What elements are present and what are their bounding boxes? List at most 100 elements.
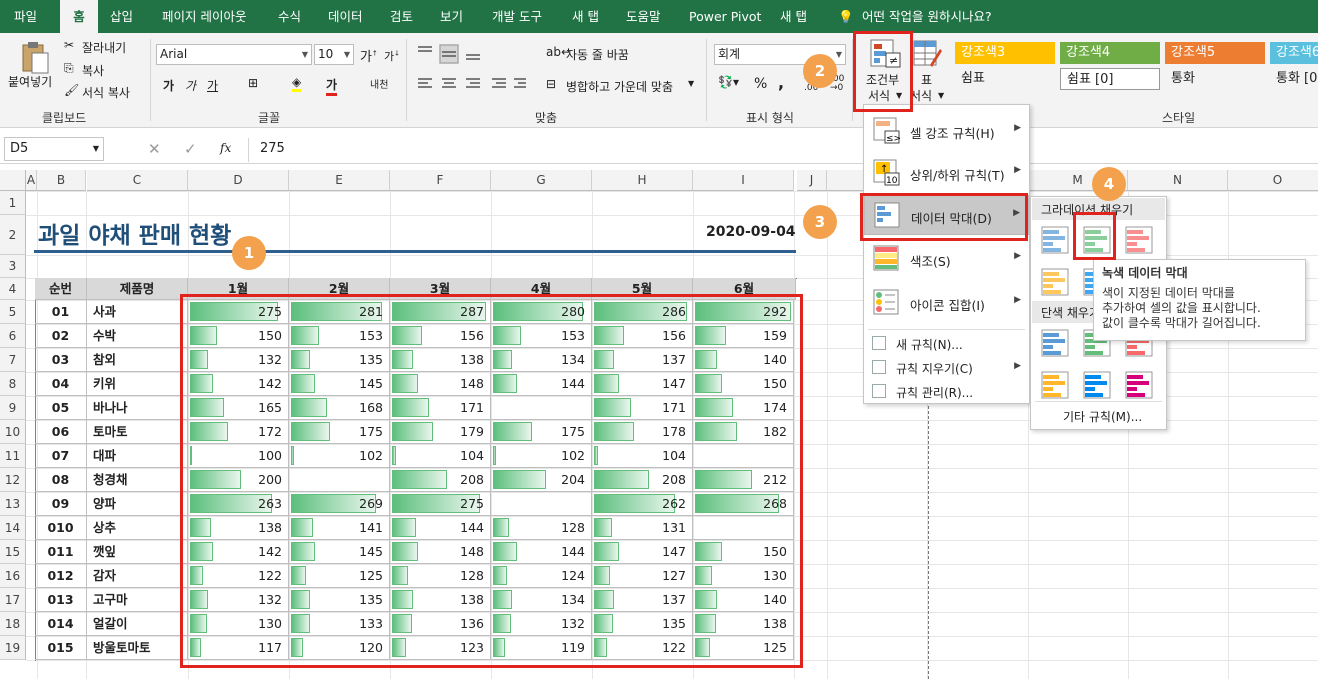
column-header-i[interactable]: I	[693, 170, 794, 191]
column-header-h[interactable]: H	[592, 170, 693, 191]
borders-icon[interactable]: ⊞	[248, 76, 258, 90]
row-header-8[interactable]: 8	[0, 372, 26, 396]
cell-style-item[interactable]: 강조색3	[955, 42, 1055, 64]
percent-button[interactable]: %	[754, 76, 767, 92]
format-as-table-label-1[interactable]: 표	[921, 71, 932, 88]
cell-value-text: 168	[359, 400, 383, 415]
fill-color-icon[interactable]: ◈	[292, 75, 302, 92]
row-header-19[interactable]: 19	[0, 636, 26, 660]
row-header-4[interactable]: 4	[0, 278, 26, 300]
font-color-icon[interactable]: 가	[326, 76, 338, 96]
comma-button[interactable]: ,	[778, 73, 784, 92]
menu-item-highlight-cells-rules[interactable]: ≤> 셀 강조 규칙(H) ▶	[864, 111, 1029, 151]
column-header-a[interactable]: A	[26, 170, 37, 191]
tab-home[interactable]: 홈	[60, 0, 98, 33]
format-as-table-label-2[interactable]: 서식	[910, 87, 932, 104]
column-header-b[interactable]: B	[37, 170, 86, 191]
row-header-10[interactable]: 10	[0, 420, 26, 444]
more-rules-link[interactable]: 기타 규칙(M)...	[1063, 408, 1142, 425]
column-header-n[interactable]: N	[1128, 170, 1228, 191]
row-header-9[interactable]: 9	[0, 396, 26, 420]
tab-data[interactable]: 데이터	[328, 0, 363, 33]
cell-style-item[interactable]: 강조색5	[1165, 42, 1265, 64]
font-name-select[interactable]: Arial ▼	[156, 44, 312, 65]
tab-new-tab-2[interactable]: 새 탭	[780, 0, 807, 33]
row-header-12[interactable]: 12	[0, 468, 26, 492]
column-header-d[interactable]: D	[188, 170, 289, 191]
format-painter-button[interactable]: 서식 복사	[82, 84, 130, 101]
menu-item-color-scales[interactable]: 색조(S) ▶	[864, 239, 1029, 279]
row-header-15[interactable]: 15	[0, 540, 26, 564]
menu-item-icon-sets[interactable]: 아이콘 집합(I) ▶	[864, 283, 1029, 323]
underline-button[interactable]: 가	[207, 77, 218, 94]
cell-style-item[interactable]: 통화 [0]	[1270, 68, 1318, 90]
column-header-j[interactable]: J	[797, 170, 827, 191]
row-header-13[interactable]: 13	[0, 492, 26, 516]
row-header-17[interactable]: 17	[0, 588, 26, 612]
phonetic-button[interactable]: 내천	[370, 76, 388, 91]
format-as-table-icon[interactable]	[912, 39, 942, 69]
tab-page-layout[interactable]: 페이지 레이아웃	[162, 0, 246, 33]
paste-button[interactable]: 붙여넣기	[8, 73, 52, 90]
cell-style-item[interactable]: 강조색6	[1270, 42, 1318, 64]
data-bar-swatch[interactable]	[1125, 371, 1153, 399]
insert-function-icon[interactable]: fx	[220, 141, 231, 155]
menu-item-manage-rules[interactable]: 규칙 관리(R)...	[864, 379, 1029, 403]
menu-item-clear-rules[interactable]: 규칙 지우기(C) ▶	[864, 355, 1029, 379]
column-header-c[interactable]: C	[87, 170, 188, 191]
formula-input[interactable]: 275	[260, 141, 285, 156]
column-header-e[interactable]: E	[289, 170, 390, 191]
cell-style-item[interactable]: 통화	[1165, 68, 1265, 90]
row-header-7[interactable]: 7	[0, 348, 26, 372]
merge-center-button[interactable]: 병합하고 가운데 맞춤	[566, 78, 673, 95]
column-header-o[interactable]: O	[1228, 170, 1318, 191]
tab-new-tab-1[interactable]: 새 탭	[572, 0, 599, 33]
tab-help[interactable]: 도움말	[626, 0, 661, 33]
row-header-3[interactable]: 3	[0, 255, 26, 278]
tab-view[interactable]: 보기	[440, 0, 463, 33]
font-size-select[interactable]: 10 ▼	[314, 44, 354, 65]
tell-me-search[interactable]: 어떤 작업을 원하시나요?	[862, 0, 992, 33]
paste-icon[interactable]	[20, 41, 50, 75]
column-header-g[interactable]: G	[491, 170, 592, 191]
tab-developer[interactable]: 개발 도구	[492, 0, 542, 33]
wrap-text-button[interactable]: 자동 줄 바꿈	[566, 46, 629, 63]
row-header-6[interactable]: 6	[0, 324, 26, 348]
bold-button[interactable]: 가	[163, 77, 174, 94]
cell-style-item[interactable]: 쉼표 [0]	[1060, 68, 1160, 90]
name-box[interactable]: D5 ▼	[4, 137, 104, 161]
select-all-corner[interactable]	[0, 170, 26, 191]
data-bar-swatch[interactable]	[1083, 371, 1111, 399]
row-header-5[interactable]: 5	[0, 300, 26, 324]
data-bar-swatch[interactable]	[1041, 371, 1069, 399]
row-header-14[interactable]: 14	[0, 516, 26, 540]
data-bar-swatch[interactable]	[1041, 268, 1069, 296]
menu-item-new-rule[interactable]: 새 규칙(N)...	[864, 331, 1029, 355]
copy-button[interactable]: 복사	[82, 62, 104, 79]
row-header-11[interactable]: 11	[0, 444, 26, 468]
shrink-font-icon[interactable]: 가↓	[384, 48, 400, 64]
cell-style-item[interactable]: 쉼표	[955, 68, 1055, 90]
currency-icon[interactable]: 💱▾	[718, 75, 739, 89]
tab-review[interactable]: 검토	[390, 0, 413, 33]
row-header-18[interactable]: 18	[0, 612, 26, 636]
tab-file[interactable]: 파일	[14, 0, 37, 33]
tab-power-pivot[interactable]: Power Pivot	[689, 0, 761, 33]
cell-style-item[interactable]: 강조색4	[1060, 42, 1160, 64]
enter-icon[interactable]: ✓	[184, 140, 197, 158]
cancel-icon[interactable]: ✕	[148, 140, 161, 158]
tab-formulas[interactable]: 수식	[278, 0, 301, 33]
row-header-2[interactable]: 2	[0, 215, 26, 255]
row-header-1[interactable]: 1	[0, 191, 26, 215]
italic-button[interactable]: 가	[185, 77, 196, 94]
row-header-16[interactable]: 16	[0, 564, 26, 588]
menu-item-top-bottom-rules[interactable]: ↑ 10 상위/하위 규칙(T) ▶	[864, 153, 1029, 193]
data-bar-swatch[interactable]	[1041, 329, 1069, 357]
tab-insert[interactable]: 삽입	[110, 0, 133, 33]
data-bar-swatch[interactable]	[1125, 226, 1153, 254]
column-header-f[interactable]: F	[390, 170, 491, 191]
cut-button[interactable]: 잘라내기	[82, 39, 126, 56]
alignment-icons[interactable]	[416, 43, 526, 103]
data-bar-swatch[interactable]	[1041, 226, 1069, 254]
grow-font-icon[interactable]: 가↑	[360, 46, 378, 65]
